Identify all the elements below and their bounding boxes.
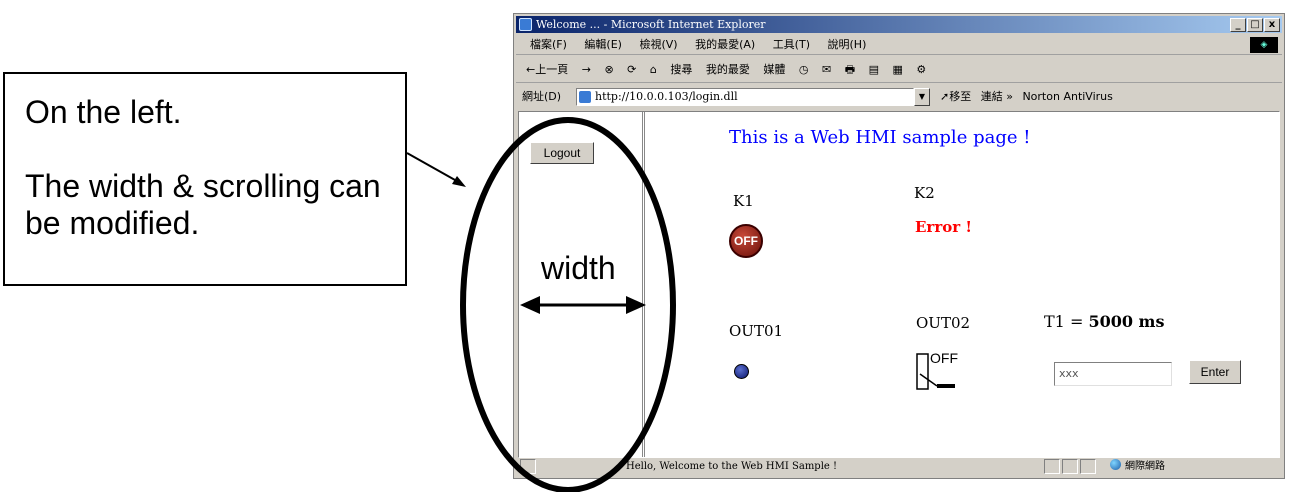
history-icon[interactable]: ◷ bbox=[799, 63, 809, 76]
out01-led-icon[interactable] bbox=[734, 364, 749, 379]
back-button[interactable]: ←上一頁 bbox=[526, 63, 568, 76]
status-zone-text: 網際網路 bbox=[1125, 461, 1165, 472]
status-text: Hello, Welcome to the Web HMI Sample ! bbox=[626, 461, 838, 472]
close-button[interactable]: x bbox=[1264, 18, 1280, 32]
status-page-icon bbox=[520, 459, 536, 474]
status-zone: 網際網路 bbox=[1110, 457, 1165, 476]
enter-button[interactable]: Enter bbox=[1189, 360, 1241, 384]
edit-icon[interactable]: ▤ bbox=[869, 63, 879, 76]
window-title: Welcome ... - Microsoft Internet Explore… bbox=[536, 18, 766, 31]
pointer-arrow-line bbox=[406, 152, 456, 181]
k2-error-status: Error ! bbox=[915, 218, 972, 236]
k1-off-lamp-icon[interactable]: OFF bbox=[729, 224, 763, 258]
windows-logo-icon: ◈ bbox=[1250, 37, 1278, 53]
out02-switch-label: OFF bbox=[930, 350, 958, 366]
browser-window: Welcome ... - Microsoft Internet Explore… bbox=[513, 13, 1285, 479]
t1-value: 5000 ms bbox=[1088, 312, 1165, 331]
k2-label: K2 bbox=[914, 184, 935, 202]
home-icon[interactable]: ⌂ bbox=[650, 63, 657, 76]
menu-view[interactable]: 檢視(V) bbox=[639, 38, 677, 51]
media-button[interactable]: 媒體 bbox=[763, 63, 785, 76]
t1-row: T1 = 5000 ms bbox=[1044, 312, 1164, 331]
address-bar-right: ➚移至 連結 » Norton AntiVirus bbox=[940, 85, 1119, 109]
main-frame: This is a Web HMI sample page ! K1 OFF K… bbox=[649, 112, 1279, 457]
stop-icon[interactable]: ⊗ bbox=[604, 63, 613, 76]
window-controls: _ □ x bbox=[1230, 18, 1280, 32]
print-icon[interactable]: 🖶 bbox=[845, 63, 855, 76]
ie-app-icon bbox=[519, 18, 532, 31]
discuss-icon[interactable]: ▦ bbox=[892, 63, 902, 76]
t1-input[interactable]: xxx bbox=[1054, 362, 1172, 386]
mail-icon[interactable]: ✉ bbox=[822, 63, 831, 76]
address-bar: 網址(D) http://10.0.0.103/login.dll ▼ ➚移至 … bbox=[516, 85, 1282, 109]
pointer-arrow-head bbox=[452, 176, 466, 187]
address-url: http://10.0.0.103/login.dll bbox=[595, 90, 738, 103]
minimize-button[interactable]: _ bbox=[1230, 18, 1246, 32]
status-cell-1 bbox=[1044, 459, 1060, 474]
forward-button[interactable]: → bbox=[582, 63, 591, 76]
search-button[interactable]: 搜尋 bbox=[670, 63, 692, 76]
menu-tools[interactable]: 工具(T) bbox=[773, 38, 810, 51]
address-label: 網址(D) bbox=[522, 90, 562, 103]
callout-box: On the left. The width & scrolling can b… bbox=[3, 72, 407, 286]
tools-icon[interactable]: ⚙ bbox=[916, 63, 926, 76]
page-content: Logout This is a Web HMI sample page ! K… bbox=[518, 111, 1280, 458]
menu-bar: 檔案(F) 編輯(E) 檢視(V) 我的最愛(A) 工具(T) 說明(H) ◈ bbox=[516, 35, 1282, 55]
menu-help[interactable]: 說明(H) bbox=[828, 38, 867, 51]
links-button[interactable]: 連結 » bbox=[981, 90, 1013, 103]
width-label: width bbox=[541, 250, 616, 286]
favorites-button[interactable]: 我的最愛 bbox=[706, 63, 750, 76]
globe-icon bbox=[1110, 459, 1121, 470]
k1-label: K1 bbox=[733, 192, 754, 210]
out02-switch[interactable]: OFF bbox=[915, 348, 967, 392]
status-cell-3 bbox=[1080, 459, 1096, 474]
callout-line2: The width & scrolling can be modified. bbox=[25, 168, 381, 241]
t1-label: T1 = bbox=[1044, 312, 1089, 331]
status-cell-2 bbox=[1062, 459, 1078, 474]
menu-edit[interactable]: 編輯(E) bbox=[584, 38, 622, 51]
address-input[interactable]: http://10.0.0.103/login.dll bbox=[576, 88, 914, 106]
page-icon bbox=[579, 91, 591, 103]
toolbar: ←上一頁 → ⊗ ⟳ ⌂ 搜尋 我的最愛 媒體 ◷ ✉ 🖶 ▤ ▦ ⚙ bbox=[516, 57, 1282, 83]
out02-label: OUT02 bbox=[916, 314, 971, 332]
callout-line1: On the left. bbox=[25, 94, 182, 130]
status-bar: Hello, Welcome to the Web HMI Sample ! 網… bbox=[516, 457, 1282, 476]
page-heading: This is a Web HMI sample page ! bbox=[729, 127, 1031, 148]
menu-file[interactable]: 檔案(F) bbox=[530, 38, 567, 51]
maximize-button[interactable]: □ bbox=[1247, 18, 1263, 32]
title-bar: Welcome ... - Microsoft Internet Explore… bbox=[516, 16, 1282, 33]
refresh-icon[interactable]: ⟳ bbox=[627, 63, 636, 76]
norton-antivirus-button[interactable]: Norton AntiVirus bbox=[1022, 90, 1112, 103]
go-button[interactable]: ➚移至 bbox=[940, 90, 971, 103]
logout-button[interactable]: Logout bbox=[530, 142, 594, 164]
menu-favorites[interactable]: 我的最愛(A) bbox=[695, 38, 755, 51]
address-dropdown-button[interactable]: ▼ bbox=[914, 88, 930, 106]
out01-label: OUT01 bbox=[729, 322, 784, 340]
